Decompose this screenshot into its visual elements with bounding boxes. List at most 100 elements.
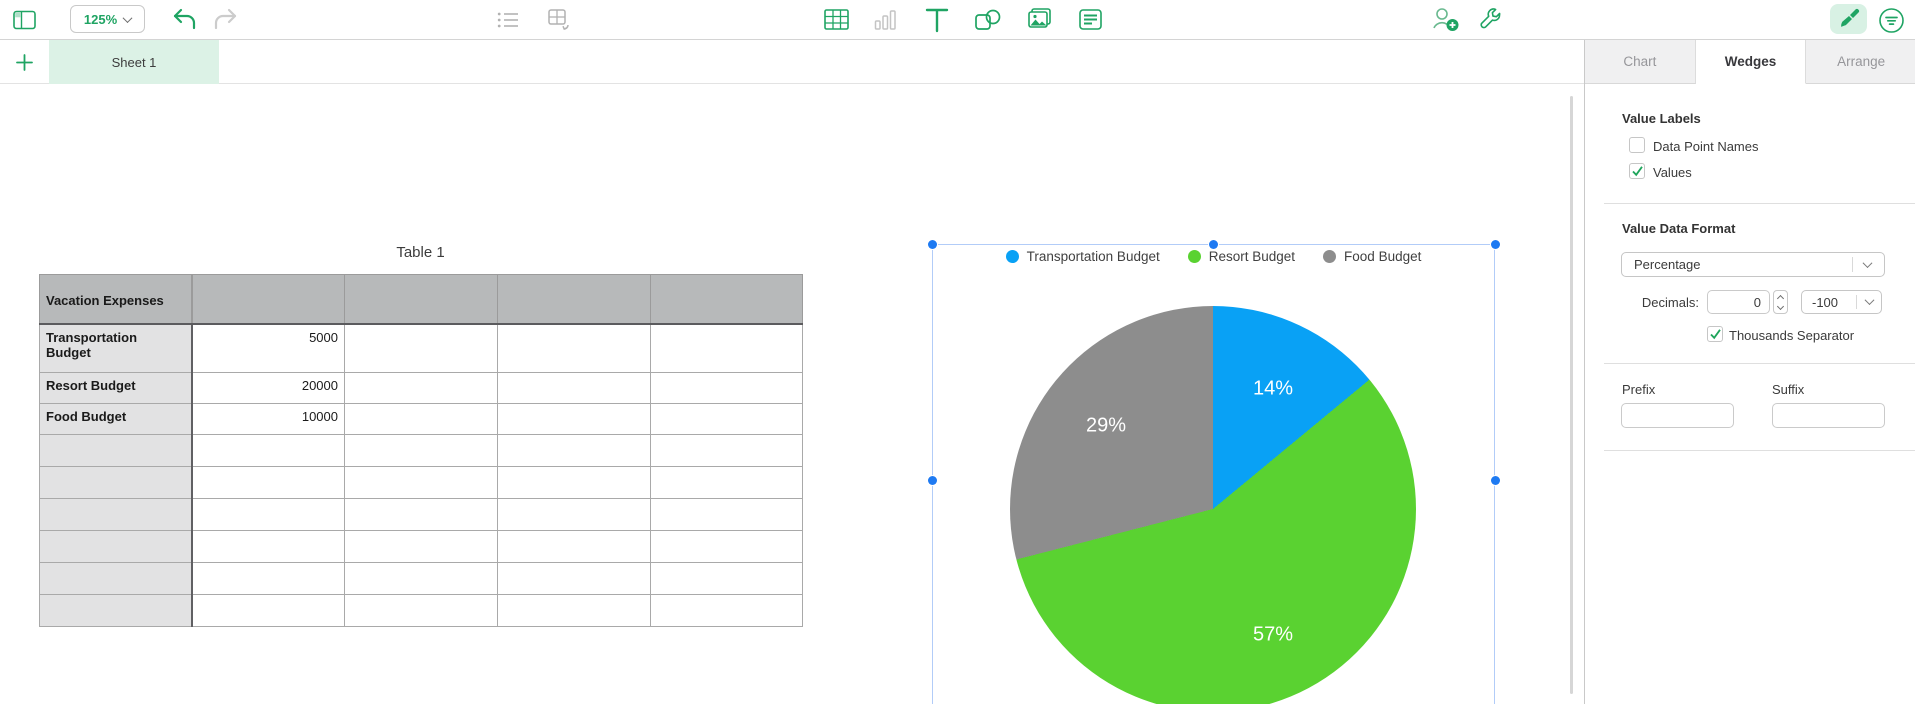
list-view-button[interactable] <box>496 9 520 31</box>
format-brush-icon <box>1840 8 1859 27</box>
table-cell[interactable] <box>191 530 345 563</box>
sidebar-tabs: Chart Wedges Arrange <box>1585 40 1915 84</box>
table-row-label[interactable]: Resort Budget <box>39 372 193 404</box>
table-cell[interactable] <box>344 594 498 627</box>
table-cell[interactable] <box>191 434 345 467</box>
negative-format-dropdown[interactable]: -100 <box>1801 290 1882 314</box>
checkmark-icon <box>1631 166 1643 177</box>
legend-item[interactable]: Food Budget <box>1323 249 1421 264</box>
thousands-separator-checkbox[interactable] <box>1707 326 1723 342</box>
table-cell[interactable] <box>497 530 651 563</box>
format-button[interactable] <box>1830 4 1867 34</box>
table-actions-button[interactable] <box>545 7 573 34</box>
table-cell[interactable] <box>344 498 498 531</box>
chevron-down-icon <box>1864 295 1875 306</box>
table-cell[interactable] <box>650 372 803 404</box>
selection-handle[interactable] <box>1491 476 1500 485</box>
table-header-cell[interactable] <box>497 274 651 325</box>
insert-table-button[interactable] <box>824 9 849 30</box>
view-button[interactable] <box>13 10 37 30</box>
table-row-label[interactable] <box>39 530 193 563</box>
table-cell[interactable] <box>650 403 803 435</box>
table-cell[interactable] <box>650 594 803 627</box>
table-cell[interactable] <box>344 466 498 499</box>
insert-text-button[interactable] <box>924 6 950 33</box>
table-cell[interactable] <box>191 466 345 499</box>
redo-button[interactable] <box>212 8 240 32</box>
table-cell[interactable] <box>497 403 651 435</box>
table-cell[interactable] <box>191 562 345 595</box>
pie-chart[interactable] <box>1010 306 1416 704</box>
table-cell[interactable] <box>497 434 651 467</box>
suffix-input[interactable] <box>1772 403 1885 428</box>
table-cell[interactable] <box>344 403 498 435</box>
table-cell[interactable] <box>650 323 803 373</box>
table-cell[interactable] <box>497 323 651 373</box>
table-cell[interactable]: 20000 <box>191 372 345 404</box>
selection-handle[interactable] <box>928 476 937 485</box>
collaborate-button[interactable] <box>1431 6 1461 33</box>
sheet-tab[interactable]: Sheet 1 <box>49 40 219 84</box>
value-data-format-dropdown[interactable]: Percentage <box>1621 252 1885 277</box>
tab-chart[interactable]: Chart <box>1585 40 1696 84</box>
table-cell[interactable] <box>191 498 345 531</box>
insert-media-button[interactable] <box>1026 7 1053 32</box>
tools-button[interactable] <box>1477 6 1503 32</box>
table-row-label[interactable] <box>39 434 193 467</box>
insert-comment-button[interactable] <box>1078 8 1103 31</box>
table-cell[interactable] <box>650 562 803 595</box>
table-header-cell[interactable] <box>650 274 803 325</box>
organize-button[interactable] <box>1877 6 1905 34</box>
table-cell[interactable] <box>344 323 498 373</box>
table-row-label[interactable] <box>39 562 193 595</box>
add-sheet-button[interactable] <box>12 50 36 74</box>
table-cell[interactable]: 5000 <box>191 323 345 373</box>
vertical-scrollbar[interactable] <box>1570 96 1573 694</box>
sheet-tab-bar: Sheet 1 <box>0 40 1584 84</box>
table-cell[interactable] <box>650 466 803 499</box>
insert-shape-button[interactable] <box>974 8 1002 32</box>
table-cell[interactable]: 10000 <box>191 403 345 435</box>
table-cell[interactable] <box>650 498 803 531</box>
table-title[interactable]: Table 1 <box>39 244 802 261</box>
undo-icon <box>173 8 196 30</box>
tab-wedges[interactable]: Wedges <box>1695 40 1807 84</box>
values-checkbox[interactable] <box>1629 163 1645 179</box>
table-row-label[interactable]: Transportation Budget <box>39 323 193 373</box>
legend-item[interactable]: Resort Budget <box>1187 249 1295 264</box>
table-cell[interactable] <box>344 434 498 467</box>
table-row-label[interactable]: Food Budget <box>39 403 193 435</box>
decimals-input[interactable] <box>1707 290 1770 314</box>
toolbar: 125% <box>0 0 1915 40</box>
table-cell[interactable] <box>497 562 651 595</box>
table-cell[interactable] <box>650 530 803 563</box>
table-cell[interactable] <box>191 594 345 627</box>
table-header-cell[interactable] <box>344 274 498 325</box>
table-cell[interactable] <box>497 372 651 404</box>
table-cell[interactable] <box>497 498 651 531</box>
tab-arrange[interactable]: Arrange <box>1806 40 1915 84</box>
table-cell[interactable] <box>344 372 498 404</box>
table-cell[interactable] <box>344 562 498 595</box>
table-cell[interactable] <box>497 466 651 499</box>
legend-item[interactable]: Transportation Budget <box>1005 249 1160 264</box>
zoom-level-button[interactable]: 125% <box>70 5 145 33</box>
chart-legend[interactable]: Transportation Budget Resort Budget Food… <box>932 247 1495 265</box>
prefix-input[interactable] <box>1621 403 1734 428</box>
table-cell[interactable] <box>344 530 498 563</box>
table-cell[interactable] <box>497 594 651 627</box>
table-header-cell[interactable]: Vacation Expenses <box>39 274 193 325</box>
data-point-names-checkbox[interactable] <box>1629 137 1645 153</box>
decimals-stepper[interactable] <box>1773 290 1788 314</box>
prefix-label: Prefix <box>1622 382 1656 397</box>
legend-swatch <box>1005 249 1019 263</box>
table-row-label[interactable] <box>39 498 193 531</box>
table-cell[interactable] <box>650 434 803 467</box>
collaborate-icon <box>1433 8 1459 31</box>
insert-chart-button[interactable] <box>874 9 898 31</box>
table-header-cell[interactable] <box>191 274 345 325</box>
table-row-label[interactable] <box>39 594 193 627</box>
undo-button[interactable] <box>170 8 198 32</box>
table-row-label[interactable] <box>39 466 193 499</box>
canvas[interactable]: Table 1 Vacation Expenses Transportation… <box>0 84 1584 704</box>
